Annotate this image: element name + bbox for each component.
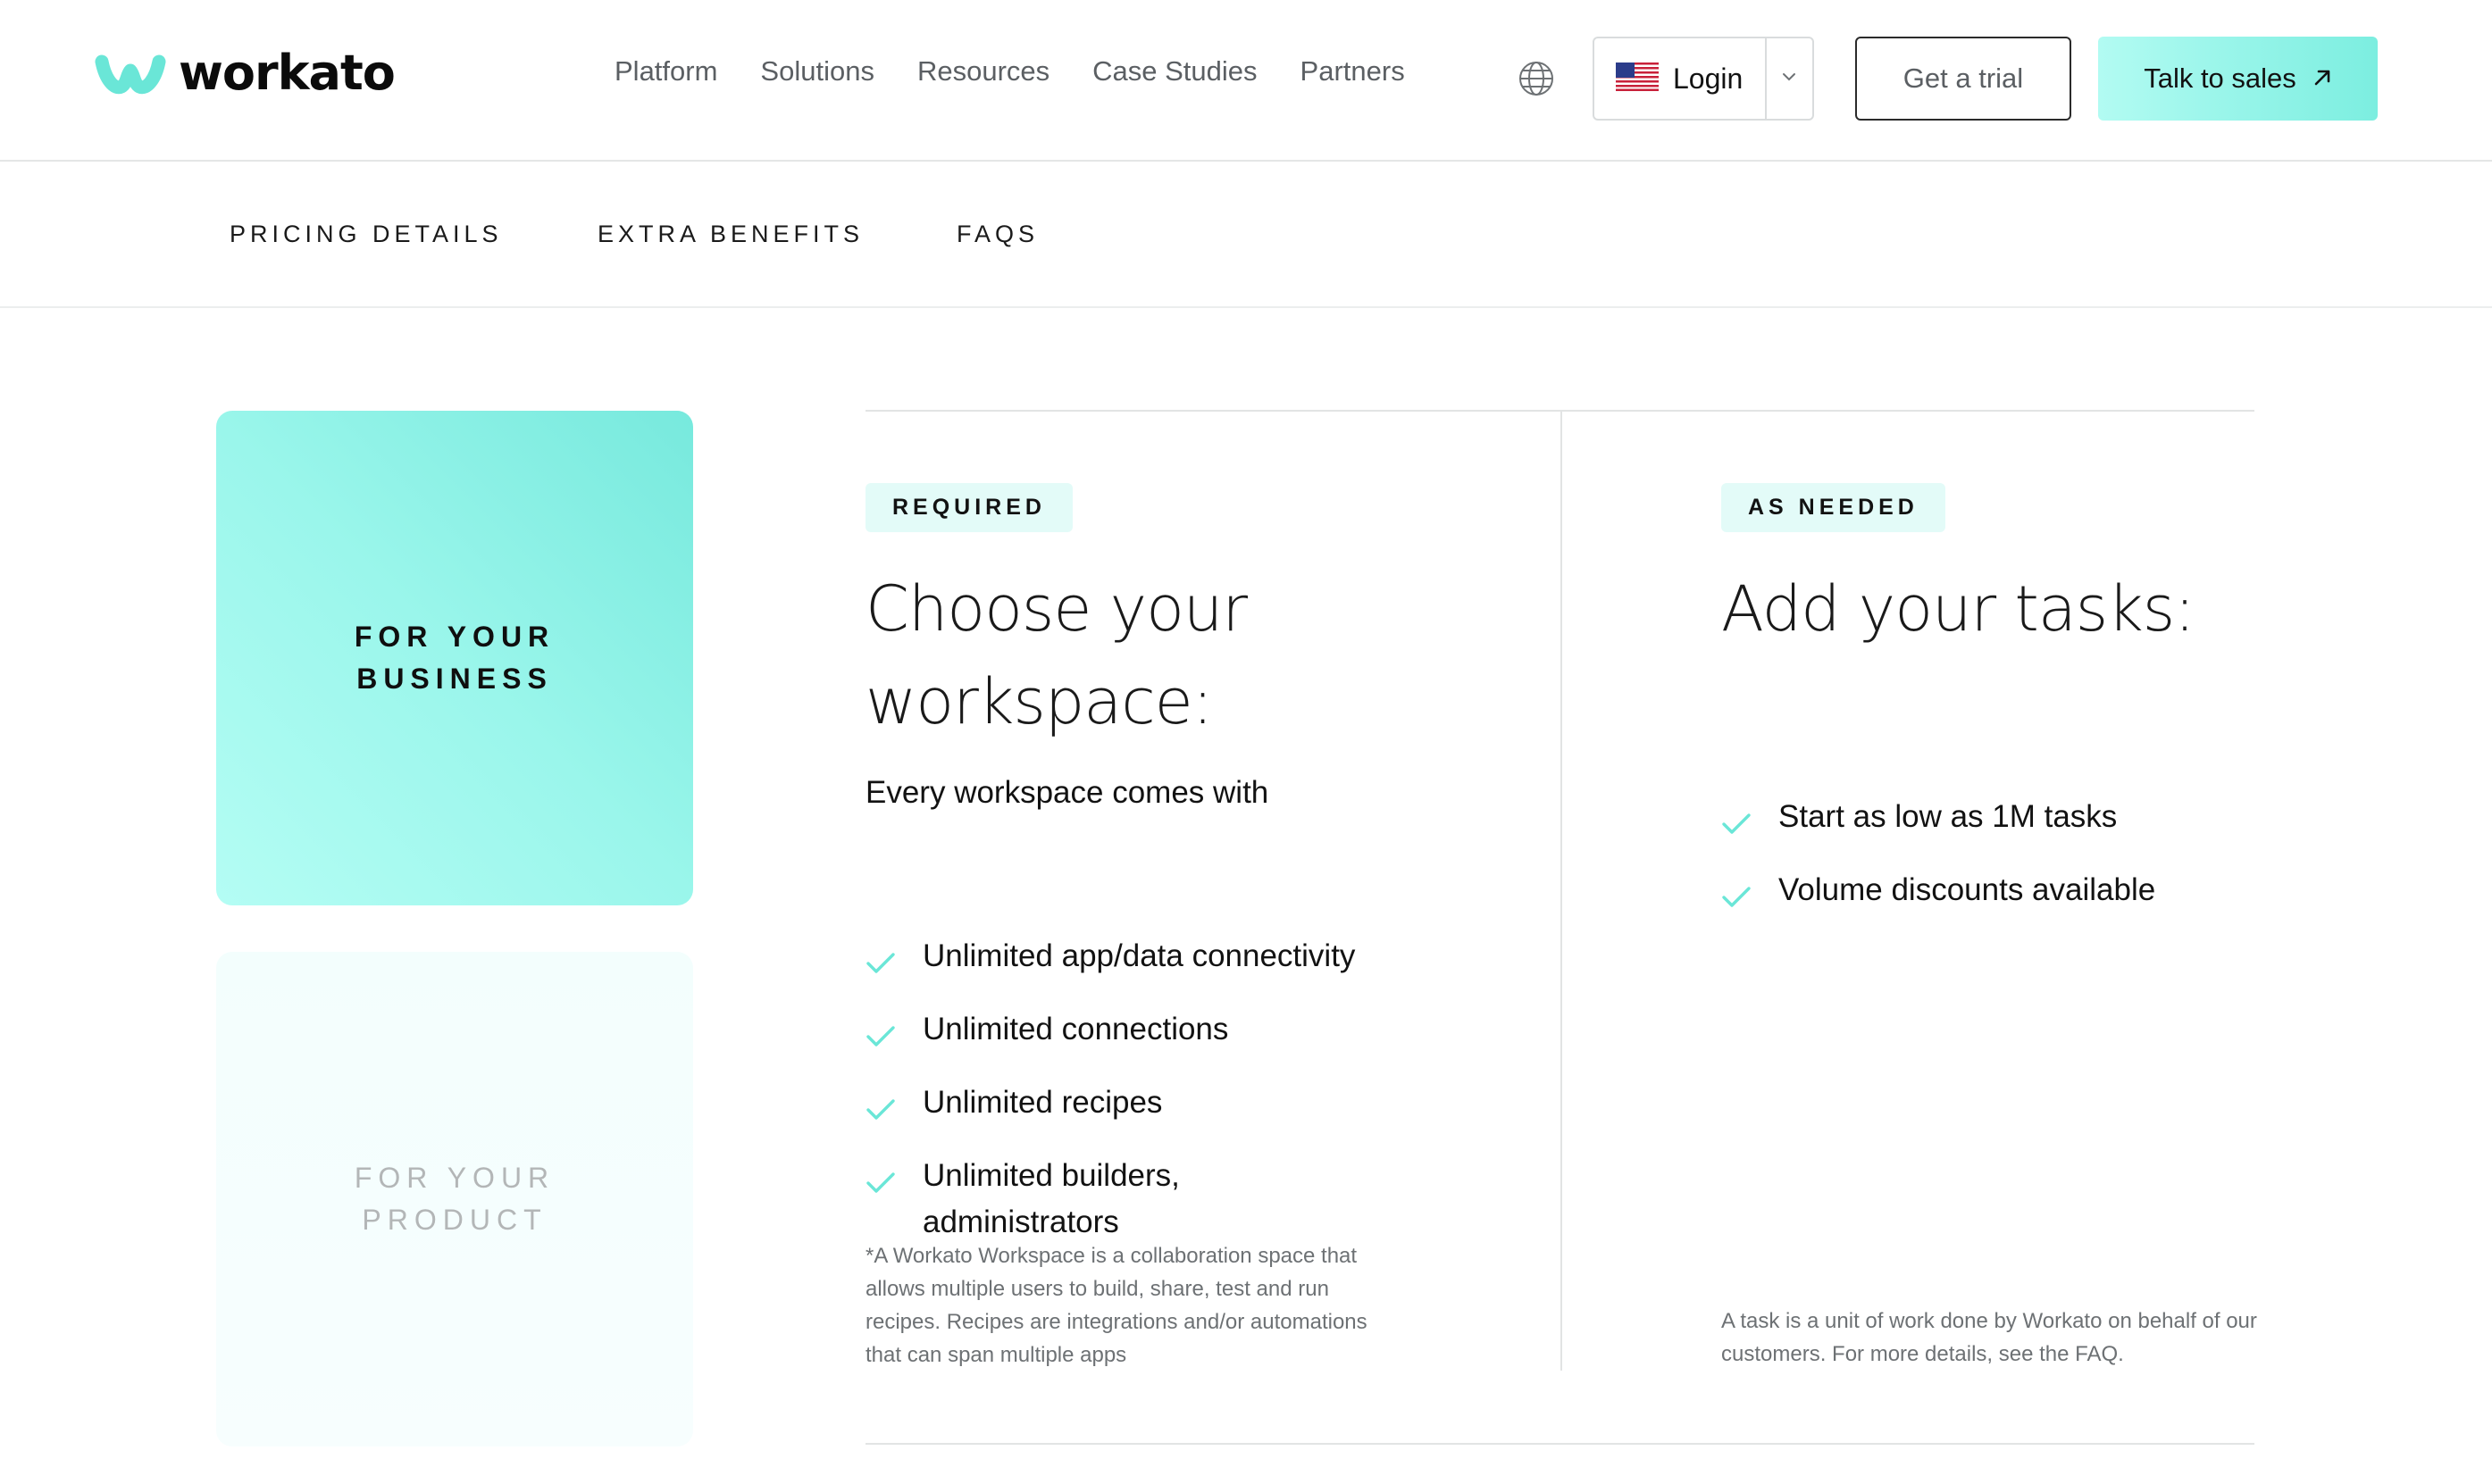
check-icon: [866, 933, 923, 988]
workato-logo-icon: [95, 49, 166, 97]
subnav-faqs[interactable]: FAQS: [957, 221, 1039, 248]
workspace-intro: Every workspace comes with: [866, 775, 1269, 810]
workspace-features: Unlimited app/data connectivity Unlimite…: [866, 933, 1437, 1246]
check-icon: [866, 1153, 923, 1208]
talk-to-sales-button[interactable]: Talk to sales: [2098, 37, 2378, 121]
primary-nav: Platform Solutions Resources Case Studie…: [615, 55, 1448, 88]
section-divider-bottom: [866, 1443, 2254, 1445]
column-divider: [1560, 412, 1562, 1371]
workato-wordmark: workato: [179, 45, 396, 101]
subnav-extra-benefits[interactable]: EXTRA BENEFITS: [598, 221, 864, 248]
us-flag-icon: [1616, 62, 1659, 96]
workspace-heading: Choose your workspace:: [866, 572, 1248, 738]
talk-to-sales-label: Talk to sales: [2144, 63, 2296, 94]
workato-logo[interactable]: workato: [95, 45, 396, 101]
nav-partners[interactable]: Partners: [1300, 55, 1405, 88]
chevron-down-icon: [1781, 71, 1797, 87]
for-your-business-label: FOR YOUR BUSINESS: [354, 621, 556, 695]
for-your-product-card[interactable]: FOR YOUR PRODUCT: [216, 952, 693, 1446]
nav-solutions[interactable]: Solutions: [760, 55, 874, 88]
subnav-pricing-details[interactable]: PRICING DETAILS: [230, 221, 503, 248]
as-needed-badge: AS NEEDED: [1721, 483, 1945, 532]
tasks-heading: Add your tasks:: [1721, 572, 2195, 646]
login-button[interactable]: Login: [1594, 38, 1765, 119]
list-item: Unlimited recipes: [866, 1080, 1437, 1153]
site-header: workato Platform Solutions Resources Cas…: [0, 0, 2492, 162]
tasks-footnote: A task is a unit of work done by Workato…: [1721, 1309, 2257, 1366]
nav-case-studies[interactable]: Case Studies: [1092, 55, 1257, 88]
check-icon: [1721, 867, 1778, 922]
for-your-product-label: FOR YOUR PRODUCT: [354, 1162, 556, 1236]
required-badge: REQUIRED: [866, 483, 1073, 532]
check-icon: [866, 1006, 923, 1062]
nav-resources[interactable]: Resources: [917, 55, 1049, 88]
list-item: Unlimited builders, administrators: [866, 1153, 1437, 1246]
check-icon: [866, 1080, 923, 1135]
nav-platform[interactable]: Platform: [615, 55, 717, 88]
globe-icon[interactable]: [1518, 61, 1554, 101]
list-item: Start as low as 1M tasks: [1721, 794, 2257, 867]
list-item: Unlimited connections: [866, 1006, 1437, 1080]
list-item: Volume discounts available: [1721, 867, 2257, 940]
login-label: Login: [1673, 62, 1744, 95]
pricing-subnav: PRICING DETAILS EXTRA BENEFITS FAQS: [0, 162, 2492, 308]
login-dropdown-toggle[interactable]: [1764, 38, 1812, 119]
login-control: Login: [1593, 37, 1814, 121]
list-item: Unlimited app/data connectivity: [866, 933, 1437, 1006]
arrow-up-right-icon: [2312, 63, 2332, 95]
tasks-features: Start as low as 1M tasks Volume discount…: [1721, 794, 2257, 940]
get-trial-button[interactable]: Get a trial: [1855, 37, 2071, 121]
check-icon: [1721, 794, 1778, 849]
for-your-business-card[interactable]: FOR YOUR BUSINESS: [216, 411, 693, 905]
workspace-footnote: *A Workato Workspace is a collaboration …: [866, 1244, 1367, 1367]
